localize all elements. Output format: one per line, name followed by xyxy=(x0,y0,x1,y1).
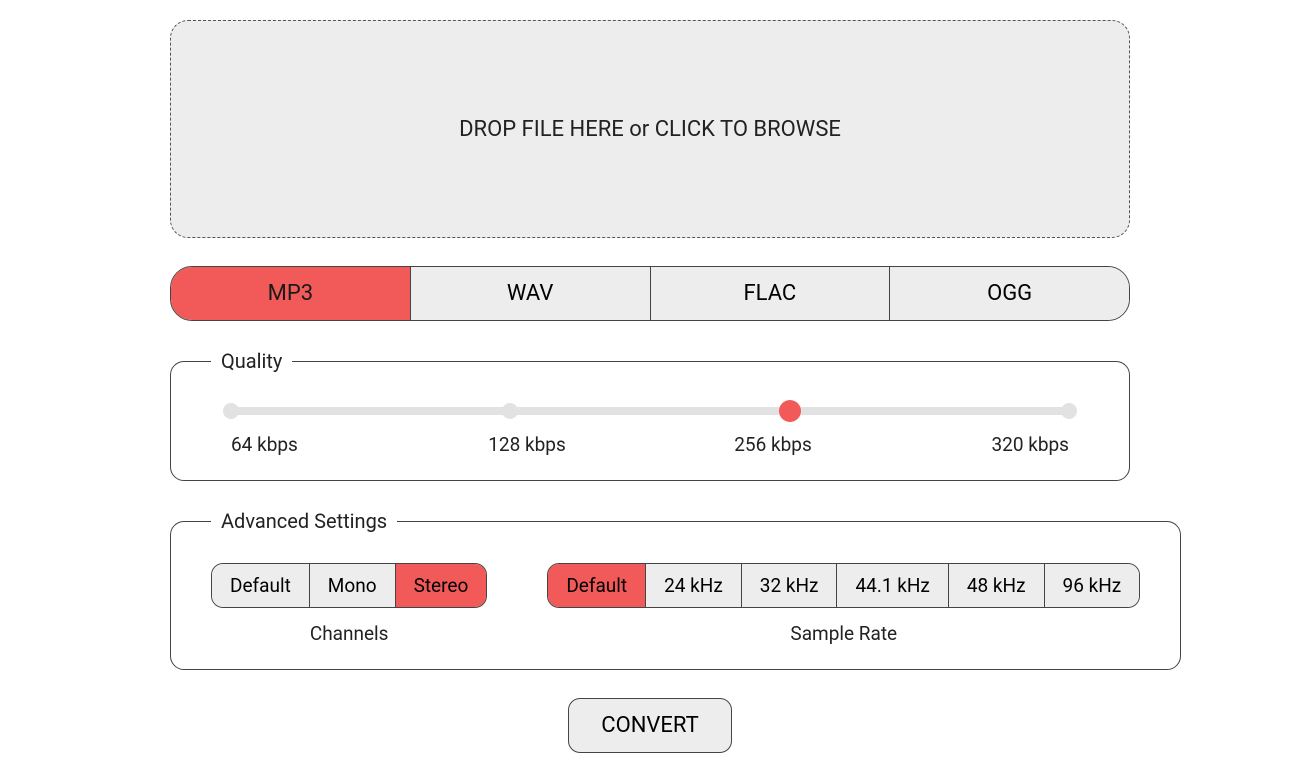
sample-rate-label: Sample Rate xyxy=(547,622,1140,645)
quality-legend: Quality xyxy=(211,349,292,373)
format-option-mp3[interactable]: MP3 xyxy=(171,267,411,320)
sample-rate-option[interactable]: 24 kHz xyxy=(646,564,742,607)
channels-label: Channels xyxy=(211,622,487,645)
advanced-section: Advanced Settings DefaultMonoStereo Chan… xyxy=(170,509,1181,670)
convert-button-label: CONVERT xyxy=(601,713,699,738)
dropzone-text: DROP FILE HERE or CLICK TO BROWSE xyxy=(459,117,841,142)
channels-segmented: DefaultMonoStereo xyxy=(211,563,487,608)
sample-rate-group: Default24 kHz32 kHz44.1 kHz48 kHz96 kHz … xyxy=(547,563,1140,645)
format-option-wav[interactable]: WAV xyxy=(411,267,651,320)
sample-rate-option[interactable]: Default xyxy=(548,564,646,607)
format-option-flac[interactable]: FLAC xyxy=(651,267,891,320)
sample-rate-option[interactable]: 48 kHz xyxy=(949,564,1045,607)
sample-rate-option[interactable]: 32 kHz xyxy=(742,564,838,607)
channels-option[interactable]: Default xyxy=(212,564,310,607)
advanced-legend: Advanced Settings xyxy=(211,509,397,533)
quality-slider-track[interactable] xyxy=(231,407,1069,415)
quality-stop-label: 256 kbps xyxy=(723,433,823,456)
convert-button[interactable]: CONVERT xyxy=(568,698,732,753)
quality-stop-label: 64 kbps xyxy=(231,433,331,456)
channels-group: DefaultMonoStereo Channels xyxy=(211,563,487,645)
quality-stop[interactable] xyxy=(1061,403,1077,419)
format-selector: MP3WAVFLACOGG xyxy=(170,266,1130,321)
quality-stop[interactable] xyxy=(223,403,239,419)
sample-rate-option[interactable]: 96 kHz xyxy=(1045,564,1140,607)
quality-stop-label: 128 kbps xyxy=(477,433,577,456)
sample-rate-segmented: Default24 kHz32 kHz44.1 kHz48 kHz96 kHz xyxy=(547,563,1140,608)
quality-stop-label: 320 kbps xyxy=(969,433,1069,456)
channels-option[interactable]: Mono xyxy=(310,564,396,607)
quality-labels: 64 kbps 128 kbps 256 kbps 320 kbps xyxy=(231,433,1069,456)
sample-rate-option[interactable]: 44.1 kHz xyxy=(837,564,948,607)
quality-stop[interactable] xyxy=(502,403,518,419)
format-option-ogg[interactable]: OGG xyxy=(890,267,1129,320)
quality-section: Quality 64 kbps 128 kbps 256 kbps 320 kbps xyxy=(170,349,1130,481)
channels-option[interactable]: Stereo xyxy=(396,564,487,607)
quality-slider-handle[interactable] xyxy=(779,400,801,422)
file-dropzone[interactable]: DROP FILE HERE or CLICK TO BROWSE xyxy=(170,20,1130,238)
